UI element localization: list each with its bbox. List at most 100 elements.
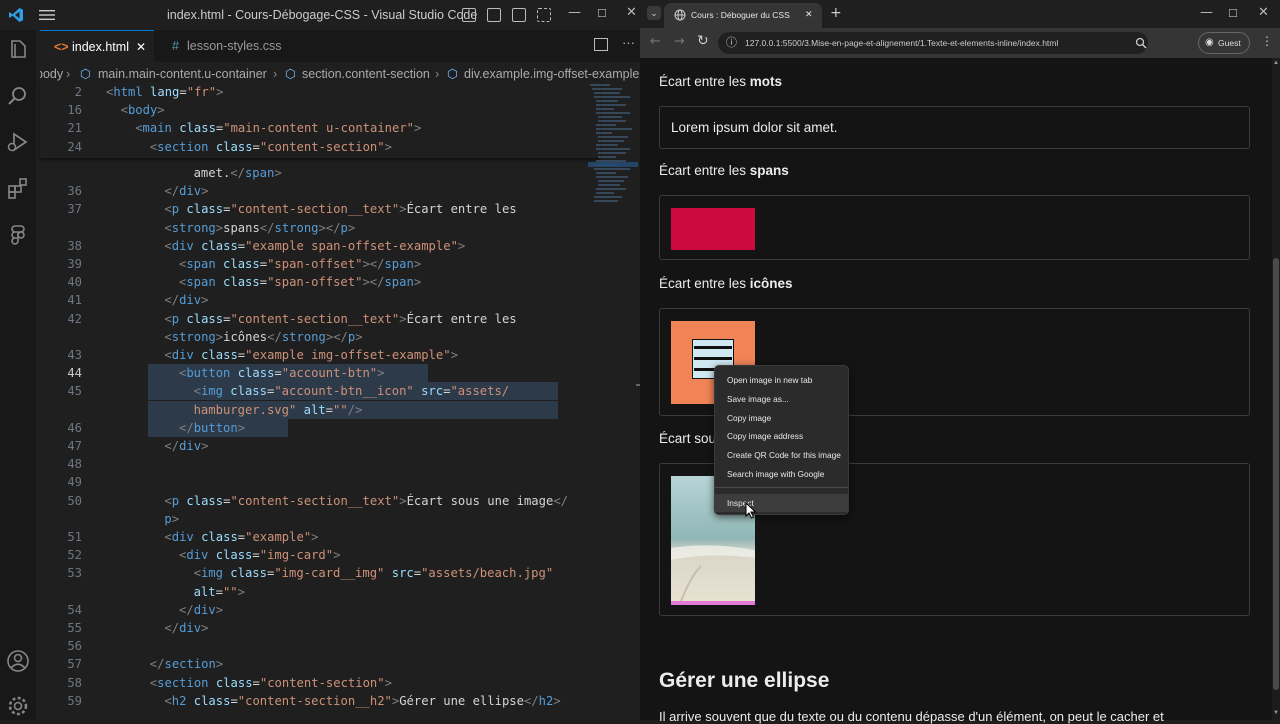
code-line[interactable]: <span class="span-offset"></span> [179, 255, 421, 273]
code-token: > [201, 621, 209, 635]
close-window-icon[interactable]: ✕ [626, 5, 637, 20]
code-line[interactable]: <strong>icônes</strong></p> [164, 328, 362, 346]
code-token: strong [171, 329, 216, 344]
tab-index-html[interactable]: <> index.html ✕ [40, 30, 154, 62]
code-line[interactable]: </button> [179, 419, 245, 437]
code-line[interactable]: hamburger.svg" alt=""/> [194, 401, 363, 419]
code-token: div [171, 238, 202, 253]
tab-lesson-styles-css[interactable]: # lesson-styles.css [158, 30, 288, 62]
profile-label: Guest [1218, 38, 1241, 48]
new-tab-icon[interactable]: + [830, 5, 842, 21]
split-editor-icon[interactable] [594, 38, 608, 51]
reload-icon[interactable]: ↻ [697, 33, 709, 49]
code-line[interactable]: <p class="content-section__text">Écart s… [164, 492, 568, 510]
explorer-icon[interactable] [6, 38, 30, 62]
scroll-up-icon[interactable]: ▲ [1273, 60, 1279, 66]
context-menu-item[interactable]: Create QR Code for this image [715, 446, 848, 464]
context-menu-item[interactable]: Copy image address [715, 427, 848, 445]
code-line[interactable]: </div> [164, 182, 208, 200]
code-line[interactable]: <div class="example img-offset-example"> [164, 346, 458, 364]
more-actions-icon[interactable]: ··· [622, 35, 635, 50]
code-line[interactable]: <div class="example"> [164, 528, 318, 546]
code-token: = [259, 257, 268, 271]
close-window-icon[interactable]: ✕ [1258, 5, 1269, 20]
toggle-secondary-sidebar-icon[interactable] [512, 8, 526, 22]
code-token: div [179, 184, 202, 199]
code-line[interactable]: amet.</span> [194, 164, 282, 182]
kebab-menu-icon[interactable]: ⋮ [1261, 34, 1273, 48]
context-menu-item[interactable]: Search image with Google [715, 465, 848, 483]
run-debug-icon[interactable] [6, 130, 30, 154]
toggle-sidebar-icon[interactable] [462, 8, 476, 22]
code-line[interactable]: <button class="account-btn"> [179, 364, 384, 382]
breadcrumb-item[interactable]: div.example.img-offset-example [464, 64, 639, 84]
page-scrollbar[interactable]: ▲ ▼ [1272, 58, 1280, 720]
customize-layout-icon[interactable] [537, 8, 551, 22]
sticky-scroll-line[interactable]: <main class="main-content u-container"> [135, 119, 422, 138]
sticky-scroll-line[interactable]: <html lang="fr"> [106, 83, 224, 101]
code-token: spans [223, 220, 260, 235]
context-menu-item[interactable]: Open image in new tab [715, 371, 848, 389]
code-line[interactable]: <strong>spans</strong></p> [164, 219, 355, 237]
context-menu-item[interactable]: Inspect [715, 494, 848, 512]
code-line[interactable]: </div> [164, 291, 208, 309]
extensions-icon[interactable] [6, 177, 30, 201]
code-token: "example img-offset-example" [245, 348, 451, 362]
minimize-icon[interactable]: — [568, 5, 581, 20]
hamburger-menu-icon[interactable] [38, 7, 56, 23]
maximize-icon[interactable]: ☐ [1228, 7, 1238, 20]
code-line[interactable]: <div class="img-card"> [179, 546, 340, 564]
code-line[interactable]: <p class="content-section__text">Écart e… [164, 200, 516, 218]
code-editor[interactable]: amet.</span> 36 </div> 37 <p class="content-… [40, 82, 600, 720]
minimap[interactable] [588, 82, 638, 212]
code-token: "" [222, 584, 238, 599]
chevron-right-icon: › [273, 67, 278, 81]
maximize-icon[interactable]: ☐ [597, 7, 607, 20]
code-line[interactable]: </div> [164, 437, 208, 455]
scroll-down-icon[interactable]: ▼ [1273, 710, 1279, 716]
code-line[interactable]: <img class="account-btn__icon" src="asse… [194, 382, 510, 400]
back-icon[interactable]: ← [650, 34, 661, 49]
code-line[interactable]: <span class="span-offset"></span> [179, 273, 421, 291]
breadcrumb-item[interactable]: body [40, 64, 63, 84]
minimize-icon[interactable]: — [1200, 5, 1213, 20]
breadcrumb-item[interactable]: main.main-content.u-container [98, 64, 267, 84]
settings-gear-icon[interactable] [6, 694, 30, 718]
zoom-icon[interactable] [1135, 37, 1147, 49]
element-icon: ⬡ [80, 67, 91, 81]
context-menu-item[interactable]: Copy image [715, 409, 848, 427]
toggle-panel-icon[interactable] [487, 8, 501, 22]
breadcrumb-item[interactable]: section.content-section [302, 64, 430, 84]
code-line[interactable]: alt=""> [194, 583, 245, 601]
close-tab-icon[interactable]: ✕ [805, 3, 813, 28]
code-token: span [186, 275, 224, 290]
globe-icon [674, 9, 686, 21]
code-line[interactable]: <p class="content-section__text">Écart e… [164, 310, 516, 328]
figma-icon[interactable] [6, 223, 30, 247]
search-icon[interactable] [6, 84, 30, 108]
code-line[interactable]: p> [164, 510, 179, 528]
code-line[interactable]: <section class="content-section"> [150, 674, 392, 692]
code-token: > [413, 275, 422, 290]
code-token: < [164, 693, 172, 708]
code-line[interactable]: </section> [150, 655, 223, 673]
profile-button[interactable]: ◉ Guest [1198, 32, 1250, 54]
close-tab-icon[interactable]: ✕ [136, 31, 146, 63]
code-token: class [237, 366, 275, 381]
context-menu-item[interactable]: Save image as... [715, 390, 848, 408]
code-line[interactable]: </div> [179, 601, 223, 619]
code-line[interactable]: <div class="example span-offset-example"… [164, 237, 465, 255]
account-icon[interactable] [6, 649, 30, 673]
sticky-scroll-line[interactable]: <body> [120, 101, 165, 120]
scrollbar-thumb[interactable] [1273, 258, 1279, 690]
sticky-scroll-line[interactable]: <section class="content-section"> [149, 137, 392, 156]
code-line[interactable]: <h2 class="content-section__h2">Gérer un… [164, 692, 560, 710]
code-line[interactable]: </div> [164, 619, 208, 637]
code-line[interactable]: <img class="img-card__img" src="assets/b… [194, 564, 554, 582]
forward-icon[interactable]: → [674, 34, 685, 49]
address-bar[interactable]: ⓘ 127.0.0.1:5500/3.Mise-en-page-et-align… [718, 32, 1148, 54]
code-token: hamburger.svg" [193, 402, 304, 417]
site-info-icon[interactable]: ⓘ [726, 32, 737, 54]
browser-tab[interactable]: Cours : Déboguer du CSS ✕ [664, 3, 822, 28]
tab-search-icon[interactable]: ⌄ [647, 6, 661, 20]
